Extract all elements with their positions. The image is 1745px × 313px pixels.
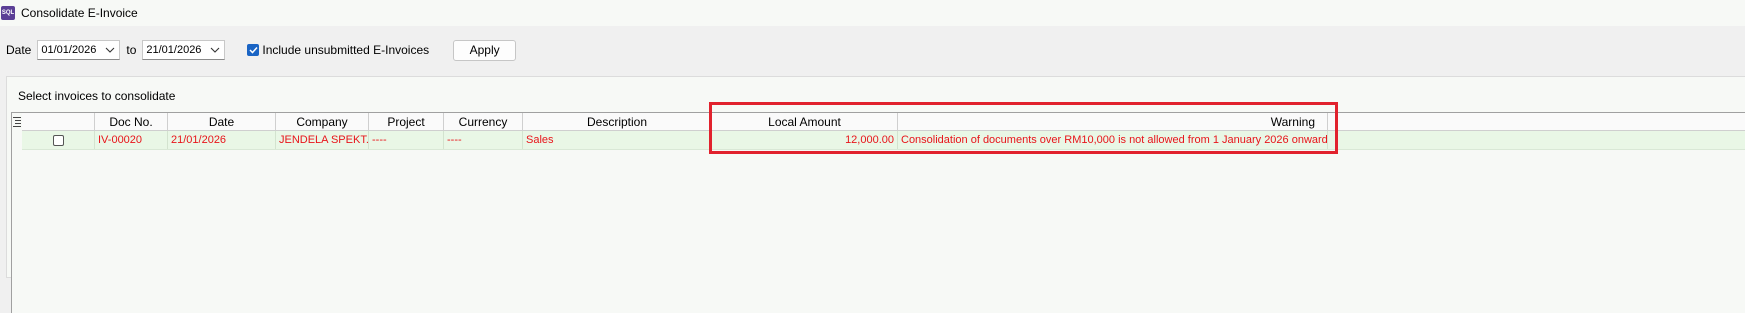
cell-company: JENDELA SPEKT... — [276, 131, 369, 149]
include-unsubmitted-label: Include unsubmitted E-Invoices — [262, 43, 430, 57]
date-from-field[interactable]: 01/01/2026 — [37, 40, 121, 60]
header-local-amount[interactable]: Local Amount — [712, 113, 898, 131]
header-warning[interactable]: Warning — [898, 113, 1328, 131]
row-select-cell[interactable] — [22, 131, 95, 149]
header-doc-no[interactable]: Doc No. — [95, 113, 168, 131]
cell-doc-no: IV-00020 — [95, 131, 168, 149]
header-filler — [1328, 113, 1745, 131]
include-unsubmitted-checkbox[interactable]: Include unsubmitted E-Invoices — [247, 43, 429, 57]
cell-description: Sales — [523, 131, 712, 149]
chevron-down-icon[interactable] — [209, 44, 221, 56]
invoice-grid: Doc No. Date Company Project Currency De… — [11, 112, 1745, 313]
app-logo-icon: SQL — [1, 6, 15, 20]
header-project[interactable]: Project — [369, 113, 444, 131]
date-to-field[interactable]: 21/01/2026 — [142, 40, 226, 60]
date-label: Date — [6, 43, 32, 57]
header-company[interactable]: Company — [276, 113, 369, 131]
header-date[interactable]: Date — [168, 113, 276, 131]
window-title: Consolidate E-Invoice — [21, 6, 138, 20]
date-from-value: 01/01/2026 — [41, 44, 97, 56]
checkmark-icon[interactable] — [247, 44, 260, 56]
cell-warning: Consolidation of documents over RM10,000… — [898, 131, 1328, 149]
title-bar: SQL Consolidate E-Invoice — [0, 0, 1745, 26]
cell-local-amount: 12,000.00 — [712, 131, 898, 149]
filter-toolbar: Date 01/01/2026 to 21/01/2026 Include un… — [0, 38, 600, 62]
header-description[interactable]: Description — [523, 113, 712, 131]
cell-project: ---- — [369, 131, 444, 149]
row-checkbox[interactable] — [52, 134, 64, 146]
header-currency[interactable]: Currency — [444, 113, 523, 131]
apply-button[interactable]: Apply — [453, 39, 517, 61]
panel-label: Select invoices to consolidate — [18, 89, 176, 103]
invoice-panel: Select invoices to consolidate Doc No. D… — [6, 76, 1745, 313]
date-to-value: 21/01/2026 — [146, 44, 202, 56]
chevron-down-icon[interactable] — [104, 44, 116, 56]
column-menu-icon[interactable] — [13, 116, 21, 127]
cell-currency: ---- — [444, 131, 523, 149]
header-select[interactable] — [22, 113, 95, 131]
to-label: to — [126, 43, 137, 57]
cell-date: 21/01/2026 — [168, 131, 276, 149]
